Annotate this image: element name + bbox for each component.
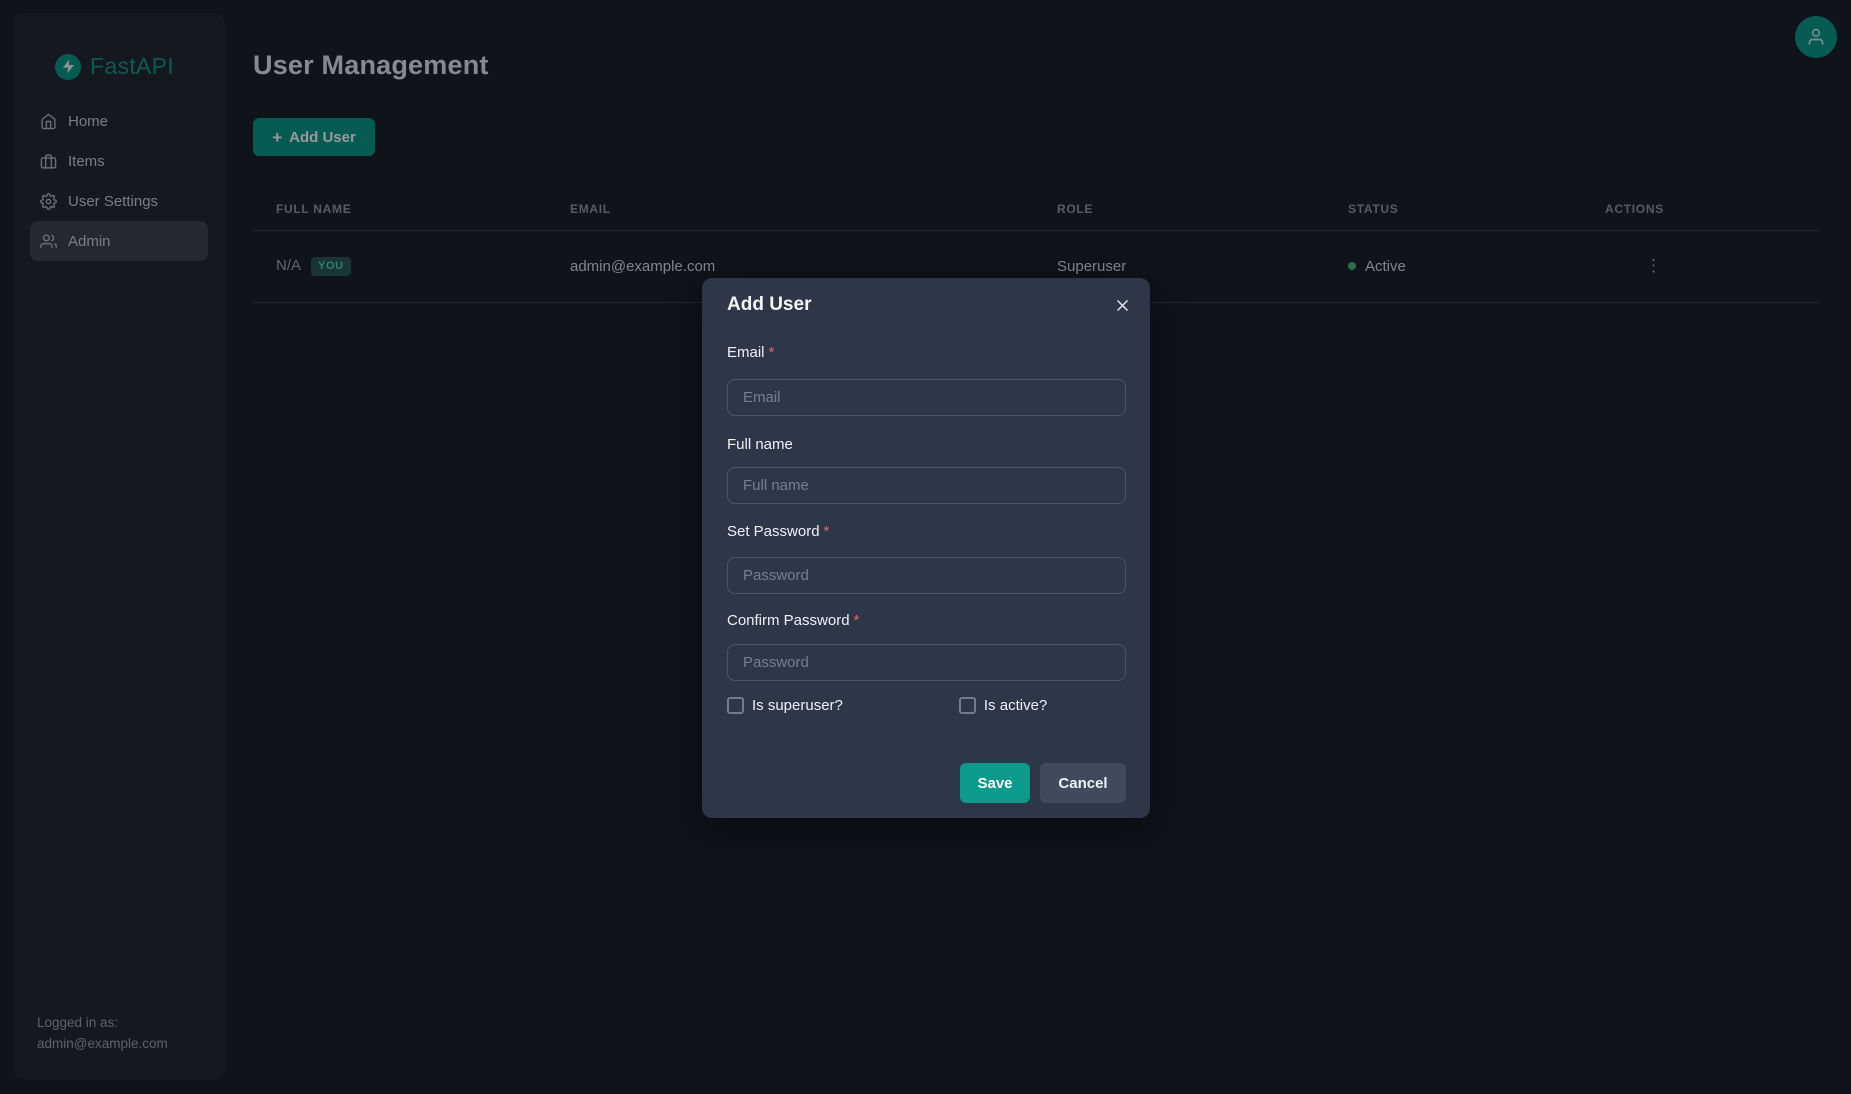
modal-checkbox-row: Is superuser? Is active?	[727, 697, 1126, 714]
email-label: Email*	[727, 344, 774, 361]
cancel-button[interactable]: Cancel	[1040, 763, 1126, 803]
checkbox-box-icon	[727, 697, 744, 714]
full-name-label: Full name	[727, 436, 793, 453]
add-user-modal: Add User Email* Full name Set Password* …	[702, 278, 1150, 818]
is-superuser-checkbox[interactable]: Is superuser?	[727, 697, 843, 714]
save-button[interactable]: Save	[960, 763, 1030, 803]
is-active-label: Is active?	[984, 697, 1047, 714]
confirm-password-field[interactable]	[727, 644, 1126, 681]
is-superuser-label: Is superuser?	[752, 697, 843, 714]
full-name-field[interactable]	[727, 467, 1126, 504]
email-field[interactable]	[727, 379, 1126, 416]
confirm-password-label: Confirm Password*	[727, 612, 859, 629]
required-marker: *	[854, 612, 860, 629]
set-password-label: Set Password*	[727, 523, 829, 540]
modal-title: Add User	[727, 294, 811, 316]
close-icon	[1115, 298, 1130, 313]
modal-close-button[interactable]	[1110, 293, 1134, 317]
set-password-field[interactable]	[727, 557, 1126, 594]
required-marker: *	[769, 344, 775, 361]
is-active-checkbox[interactable]: Is active?	[959, 697, 1047, 714]
checkbox-box-icon	[959, 697, 976, 714]
required-marker: *	[824, 523, 830, 540]
